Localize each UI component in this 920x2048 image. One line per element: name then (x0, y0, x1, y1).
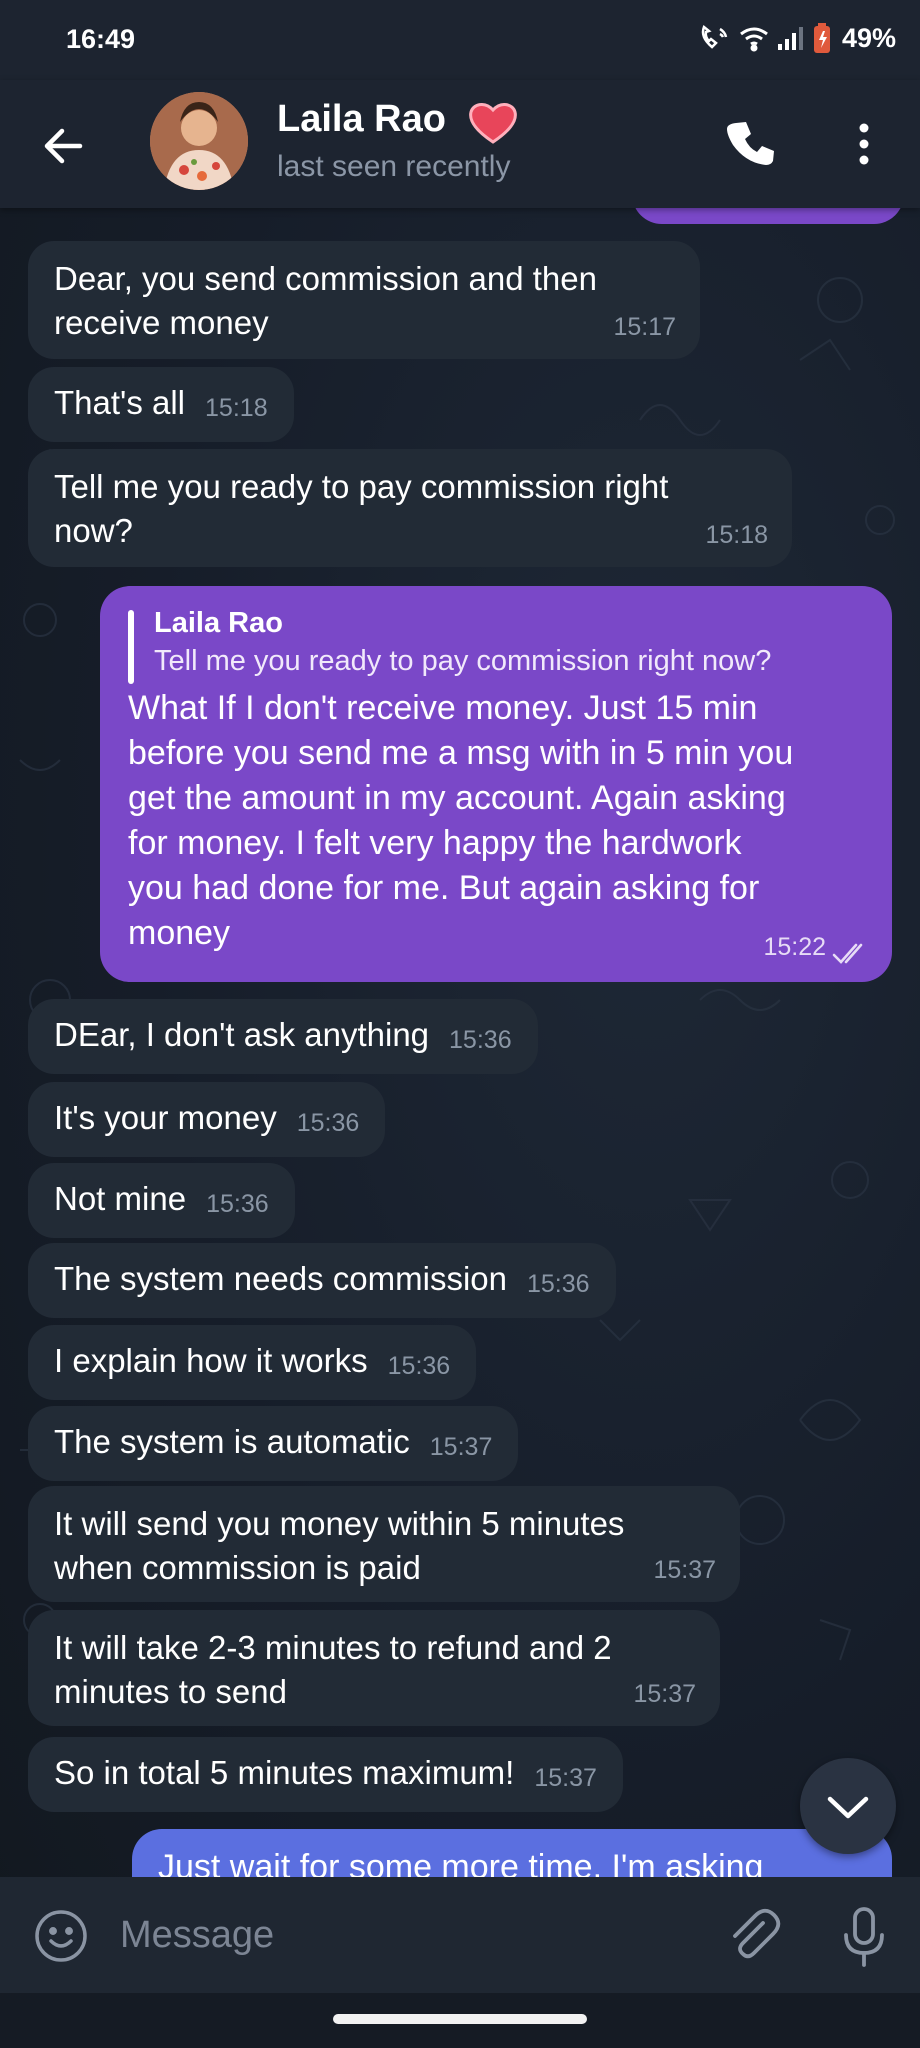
message-text: you had done for me. But again asking fo… (128, 869, 760, 907)
message-bubble[interactable]: Not mine 15:36 (28, 1163, 295, 1238)
message-text: Dear, you send commission and then (54, 260, 597, 297)
message-bubble[interactable]: Dear, you send commission and then recei… (28, 241, 700, 359)
message-time: 15:36 (206, 1190, 269, 1218)
message-bubble[interactable]: So in total 5 minutes maximum! 15:37 (28, 1737, 623, 1812)
message-text: Tell me you ready to pay commission righ… (54, 468, 669, 505)
double-check-icon (832, 943, 863, 964)
phone-icon (727, 122, 774, 165)
message-bubble[interactable]: It will take 2-3 minutes to refund and 2… (28, 1610, 720, 1726)
heart-icon (467, 100, 519, 149)
battery-percent: 49% (841, 22, 896, 53)
chat-header: Laila Rao last seen recently (0, 80, 920, 208)
message-text: Not mine (54, 1180, 187, 1217)
outgoing-message-bubble[interactable]: Laila Rao Tell me you ready to pay commi… (100, 586, 892, 982)
message-text: money (128, 914, 231, 952)
chevron-down-icon (827, 1796, 869, 1819)
message-text: minutes to send (54, 1673, 287, 1710)
scroll-down-button[interactable] (800, 1758, 896, 1854)
more-vertical-icon (859, 123, 869, 165)
attach-button[interactable] (723, 1905, 783, 1965)
message-bubble[interactable]: Tell me you ready to pay commission righ… (28, 449, 792, 567)
reply-text: Tell me you ready to pay commission righ… (154, 645, 772, 677)
message-input[interactable] (118, 1901, 702, 1969)
message-time: 15:18 (205, 394, 268, 422)
status-time: 16:49 (66, 24, 136, 54)
message-text: when commission is paid (54, 1549, 421, 1586)
contact-name[interactable]: Laila Rao (277, 98, 446, 141)
wifi-call-icon (701, 24, 728, 49)
message-text: It will send you money within 5 minutes (54, 1505, 625, 1542)
message-text: That's all (54, 384, 186, 421)
message-time: 15:36 (296, 1109, 360, 1137)
message-text: The system is automatic (54, 1423, 410, 1460)
message-text: DEar, I don't ask anything (54, 1016, 430, 1053)
emoji-icon (35, 1910, 87, 1962)
message-bubble[interactable]: It will send you money within 5 minutes … (28, 1486, 740, 1602)
avatar[interactable] (150, 92, 248, 190)
message-text: receive money (54, 304, 269, 341)
paperclip-icon (733, 1908, 781, 1959)
message-text: I explain how it works (54, 1342, 368, 1379)
message-time: 15:36 (527, 1270, 590, 1298)
emoji-button[interactable] (32, 1907, 90, 1965)
message-text: What If I don't receive money. Just 15 m… (128, 689, 758, 727)
message-bubble[interactable]: That's all 15:18 (28, 367, 294, 442)
message-text: for money. I felt very happy the hardwor… (128, 824, 742, 862)
message-time: 15:18 (705, 521, 768, 549)
battery-icon (813, 23, 830, 53)
status-icons: 49% (698, 22, 896, 54)
wifi-icon (740, 27, 768, 52)
message-text: before you send me a msg with in 5 min y… (128, 734, 794, 772)
message-time: 15:17 (613, 313, 676, 341)
message-time: 15:37 (429, 1433, 493, 1461)
message-bubble[interactable]: DEar, I don't ask anything 15:36 (28, 999, 538, 1074)
arrow-left-icon (44, 128, 83, 164)
message-time: 15:22 (763, 933, 826, 961)
message-time: 15:37 (653, 1556, 716, 1584)
message-bubble[interactable]: The system is automatic 15:37 (28, 1406, 519, 1481)
message-bubble[interactable]: The system needs commission 15:36 (28, 1243, 616, 1318)
message-time: 15:36 (449, 1026, 512, 1054)
microphone-button[interactable] (836, 1905, 892, 1969)
navigation-bar (0, 1993, 920, 2048)
message-bubble[interactable]: I explain how it works 15:36 (28, 1325, 477, 1400)
message-text: The system needs commission (54, 1260, 507, 1297)
call-button[interactable] (722, 114, 782, 174)
message-time: 15:37 (534, 1764, 597, 1792)
contact-status: last seen recently (277, 150, 511, 183)
reply-bar (128, 610, 134, 684)
message-text: get the amount in my account. Again aski… (128, 779, 786, 817)
status-bar: 16:49 49% (0, 0, 920, 80)
message-composer (0, 1877, 920, 1993)
message-time: 15:36 (387, 1352, 451, 1380)
reply-quote[interactable]: Laila Rao Tell me you ready to pay commi… (128, 604, 864, 684)
microphone-icon (844, 1907, 884, 1967)
message-text: now? (54, 512, 133, 549)
message-bubble[interactable]: It's your money 15:36 (28, 1082, 386, 1157)
home-indicator[interactable] (333, 2014, 587, 2024)
reply-name: Laila Rao (154, 607, 283, 639)
back-button[interactable] (34, 116, 94, 176)
message-text: It will take 2-3 minutes to refund and 2 (54, 1629, 612, 1666)
signal-icon (777, 27, 803, 50)
message-time: 15:37 (633, 1680, 696, 1708)
message-text: It's your money (54, 1099, 277, 1136)
message-text: So in total 5 minutes maximum! (54, 1754, 515, 1791)
more-menu-button[interactable] (846, 114, 882, 174)
